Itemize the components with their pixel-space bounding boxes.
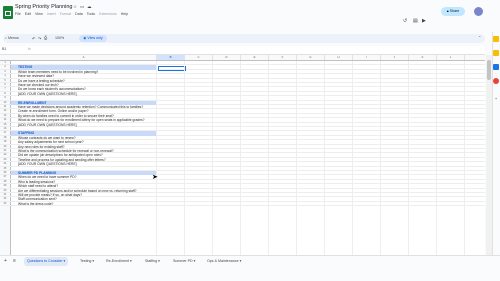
mouse-cursor-icon: ➤ (152, 174, 158, 181)
grid-line (240, 61, 241, 255)
sheet-tab-ops-maintenance[interactable]: Ops & Maintenance ▾ (207, 257, 241, 266)
menu-file[interactable]: File (15, 12, 21, 16)
cloud-status-icon[interactable]: ☁ (87, 4, 92, 10)
grid-line (184, 61, 185, 255)
column-header-i[interactable]: I (353, 55, 381, 60)
view-only-button[interactable]: ◉ View only (79, 35, 107, 42)
move-folder-icon[interactable]: ▭ (80, 4, 84, 10)
column-header-j[interactable]: J (381, 55, 409, 60)
menu-extensions[interactable]: Extensions (99, 12, 117, 16)
grid-line (464, 61, 465, 255)
undo-icon[interactable]: ↶ (32, 36, 35, 41)
menu-tools[interactable]: Tools (87, 12, 95, 16)
grid-line (268, 61, 269, 255)
meet-video-icon[interactable]: ▶ (422, 18, 426, 24)
sheet-grid[interactable]: ABCDEFGHIJKL 1 2 TESTING 3 Which team member… (0, 55, 485, 255)
sheet-tab-label: Testing (80, 259, 92, 263)
sheet-tab-questions-to-consider[interactable]: Questions to Consider ▾ (24, 257, 69, 266)
column-header-l[interactable]: L (437, 55, 465, 60)
column-header-g[interactable]: G (297, 55, 325, 60)
sheet-tab-staffing[interactable]: Staffing ▾ (145, 257, 160, 266)
keep-icon[interactable] (493, 50, 499, 56)
document-title[interactable]: Spring Priority Planning (15, 4, 72, 10)
chevron-down-icon[interactable]: ▾ (193, 259, 196, 263)
view-only-label: View only (87, 36, 103, 40)
menu-help[interactable]: Help (121, 12, 128, 16)
sheet-tab-label: Summer PD (173, 259, 193, 263)
grid-line (408, 61, 409, 255)
grid-line (324, 61, 325, 255)
menu-data[interactable]: Data (75, 12, 83, 16)
column-header-f[interactable]: F (269, 55, 297, 60)
column-header-k[interactable]: K (409, 55, 437, 60)
maps-icon[interactable] (493, 78, 499, 84)
menu-insert[interactable]: Insert (47, 12, 56, 16)
menus-label: Menus (8, 36, 19, 40)
calendar-icon[interactable] (493, 36, 499, 42)
share-label: Share (449, 9, 460, 13)
all-sheets-icon[interactable]: ≡ (13, 257, 16, 266)
column-header-e[interactable]: E (241, 55, 269, 60)
column-header-b[interactable]: B (157, 55, 185, 60)
sheet-tab-label: Questions to Consider (27, 259, 63, 263)
chevron-down-icon[interactable]: ▾ (239, 259, 242, 263)
sheets-logo-icon[interactable] (3, 6, 13, 19)
zoom-select[interactable]: 100% (55, 36, 64, 40)
sheet-tab-re-enrollment[interactable]: Re-Enrollment ▾ (106, 257, 132, 266)
grid-line (380, 61, 381, 255)
menu-edit[interactable]: Edit (25, 12, 31, 16)
sheet-tab-label: Staffing (145, 259, 158, 263)
grid-line (352, 61, 353, 255)
avatar[interactable] (474, 7, 483, 16)
question-cell[interactable]: What is the dress code? (18, 202, 53, 206)
collapse-icon[interactable]: ⌃ (478, 35, 481, 40)
menu-bar: File Edit View Insert Format Data Tools Extensi… (15, 12, 132, 16)
add-sheet-icon[interactable]: + (4, 257, 7, 266)
menu-view[interactable]: View (35, 12, 43, 16)
history-icon[interactable]: ↺ (403, 18, 407, 24)
sheet-tab-bar (0, 255, 500, 269)
toolbar (3, 34, 485, 43)
sheet-tab-label: Ops & Maintenance (207, 259, 239, 263)
row-number[interactable]: 33 (0, 202, 10, 206)
column-header-h[interactable]: H (325, 55, 353, 60)
menus-search[interactable]: ⌕ Menus (5, 36, 19, 40)
grid-line (212, 61, 213, 255)
comment-icon[interactable]: ▤ (413, 18, 418, 24)
grid-line (156, 61, 157, 255)
grid-line (296, 61, 297, 255)
add-addon-icon[interactable]: + (493, 96, 499, 102)
name-box[interactable]: B1 (2, 47, 6, 51)
table-row[interactable]: 33 What is the dress code? (0, 202, 485, 207)
chevron-down-icon[interactable]: ▾ (63, 259, 66, 263)
chevron-down-icon[interactable]: ▾ (157, 259, 160, 263)
column-header-d[interactable]: D (213, 55, 241, 60)
fx-icon: fx (28, 47, 31, 51)
sheet-tab-testing[interactable]: Testing ▾ (80, 257, 94, 266)
sheet-tab-label: Re-Enrollment (106, 259, 129, 263)
column-header-a[interactable]: A (11, 55, 157, 60)
chevron-down-icon[interactable]: ▾ (91, 259, 94, 263)
tasks-icon[interactable] (493, 64, 499, 70)
share-button[interactable]: 🔒︎ Share (441, 7, 465, 16)
sheet-tab-summer-pd[interactable]: Summer PD ▾ (173, 257, 195, 266)
selected-cell[interactable] (158, 66, 186, 71)
scrollbar-thumb[interactable] (487, 60, 491, 80)
chevron-down-icon[interactable]: ▾ (129, 259, 132, 263)
print-icon[interactable]: ⎙ (44, 36, 47, 40)
bottom-strip (0, 268, 500, 281)
formula-bar (0, 46, 485, 55)
grid-line (436, 61, 437, 255)
star-icon[interactable]: ☆ (73, 4, 77, 10)
menu-format[interactable]: Format (60, 12, 71, 16)
column-header-c[interactable]: C (185, 55, 213, 60)
redo-icon[interactable]: ↷ (38, 36, 41, 41)
